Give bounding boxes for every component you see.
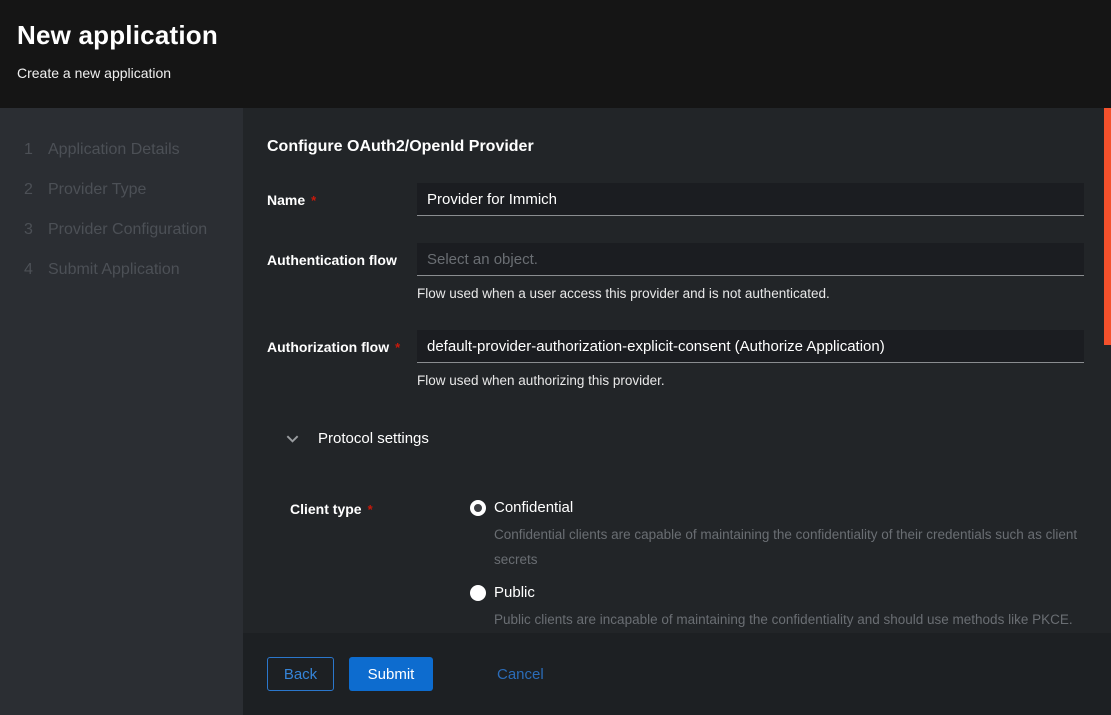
- step-number: 4: [24, 261, 48, 279]
- name-label: Name: [267, 192, 305, 208]
- step-label: Application Details: [48, 141, 180, 159]
- public-radio-row[interactable]: Public: [470, 584, 1084, 601]
- step-label: Provider Type: [48, 181, 146, 199]
- scrollbar-thumb[interactable]: [1104, 108, 1111, 345]
- authorization-flow-select[interactable]: [417, 330, 1084, 363]
- protocol-settings-label: Protocol settings: [318, 430, 429, 447]
- new-application-wizard: New application Create a new application…: [0, 0, 1111, 715]
- authorization-flow-row: Authorization flow * Flow used when autho…: [267, 330, 1084, 390]
- step-provider-type[interactable]: 2 Provider Type: [0, 170, 243, 210]
- required-asterisk: *: [368, 502, 373, 517]
- submit-button[interactable]: Submit: [349, 657, 433, 691]
- name-input[interactable]: [417, 183, 1084, 216]
- client-type-row: Client type * Confidential Confidential c…: [290, 499, 1084, 633]
- required-asterisk: *: [311, 193, 316, 208]
- step-submit-application[interactable]: 4 Submit Application: [0, 250, 243, 290]
- step-provider-configuration[interactable]: 3 Provider Configuration: [0, 210, 243, 250]
- public-description: Public clients are incapable of maintain…: [494, 607, 1079, 632]
- protocol-settings-expander[interactable]: Protocol settings: [285, 430, 1084, 447]
- wizard-footer: Back Submit Cancel: [243, 633, 1111, 715]
- authorization-flow-label: Authorization flow: [267, 339, 389, 355]
- step-number: 1: [24, 141, 48, 159]
- wizard-steps-sidebar: 1 Application Details 2 Provider Type 3 …: [0, 108, 243, 715]
- authorization-flow-help: Flow used when authorizing this provider…: [417, 372, 1084, 390]
- wizard-content: Configure OAuth2/OpenId Provider Name * A…: [243, 108, 1111, 715]
- required-asterisk: *: [395, 340, 400, 355]
- step-label: Submit Application: [48, 261, 180, 279]
- confidential-description: Confidential clients are capable of main…: [494, 522, 1079, 572]
- client-type-label: Client type: [290, 501, 362, 517]
- cancel-link[interactable]: Cancel: [497, 666, 544, 683]
- scrollbar-track[interactable]: [1104, 108, 1111, 715]
- step-number: 2: [24, 181, 48, 199]
- client-type-option-public: Public Public clients are incapable of m…: [470, 584, 1084, 632]
- radio-unselected-icon[interactable]: [470, 585, 486, 601]
- step-number: 3: [24, 221, 48, 239]
- page-subtitle: Create a new application: [17, 65, 1111, 81]
- authentication-flow-help: Flow used when a user access this provid…: [417, 285, 1084, 303]
- client-type-option-confidential: Confidential Confidential clients are ca…: [470, 499, 1084, 572]
- confidential-radio-row[interactable]: Confidential: [470, 499, 1084, 516]
- name-field-row: Name *: [267, 183, 1084, 216]
- step-application-details[interactable]: 1 Application Details: [0, 130, 243, 170]
- radio-selected-icon[interactable]: [470, 500, 486, 516]
- form-heading: Configure OAuth2/OpenId Provider: [267, 138, 1084, 156]
- authentication-flow-select[interactable]: [417, 243, 1084, 276]
- authentication-flow-label: Authentication flow: [267, 252, 397, 268]
- step-label: Provider Configuration: [48, 221, 207, 239]
- wizard-header: New application Create a new application: [0, 0, 1111, 108]
- confidential-radio-label: Confidential: [494, 499, 573, 516]
- form-scroll-area[interactable]: Configure OAuth2/OpenId Provider Name * A…: [243, 108, 1111, 633]
- back-button[interactable]: Back: [267, 657, 334, 691]
- public-radio-label: Public: [494, 584, 535, 601]
- page-title: New application: [17, 20, 1111, 51]
- authentication-flow-row: Authentication flow Flow used when a use…: [267, 243, 1084, 303]
- chevron-down-icon: [285, 431, 300, 446]
